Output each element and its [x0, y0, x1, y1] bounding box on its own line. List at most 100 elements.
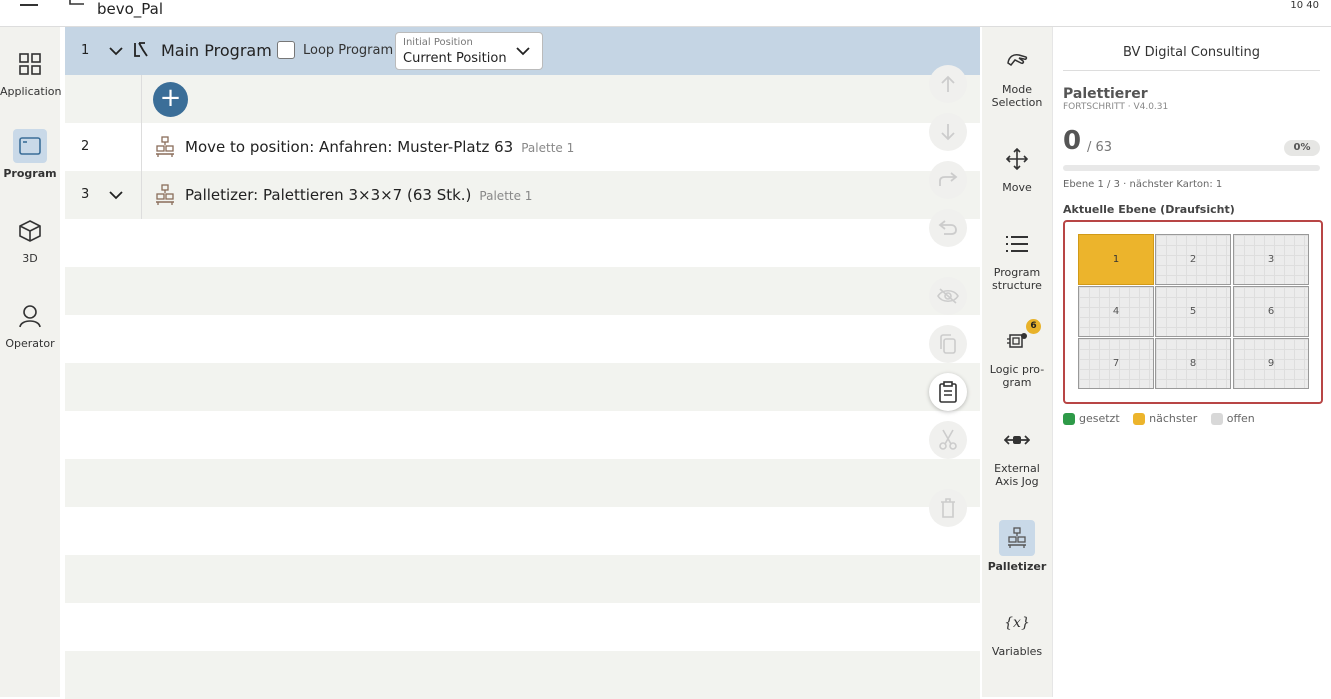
menu-icon[interactable]	[20, 0, 38, 8]
variables-icon: {x}	[1004, 614, 1030, 631]
layer-cell[interactable]: 9	[1233, 338, 1309, 389]
arrow-down-icon	[941, 124, 955, 141]
logic-count-badge: 6	[1026, 319, 1041, 334]
loop-program-label: Loop Program	[303, 43, 394, 58]
nav-logic-program[interactable]: 6 Logic pro- gram	[982, 319, 1052, 389]
company-name: BV Digital Consulting	[1063, 45, 1320, 71]
delete-button[interactable]	[929, 489, 967, 527]
copy-button[interactable]	[929, 325, 967, 363]
loop-program-checkbox[interactable]	[277, 41, 295, 59]
user-icon	[13, 299, 47, 333]
layer-cell[interactable]: 6	[1233, 286, 1309, 337]
layer-cell[interactable]: 3	[1233, 234, 1309, 285]
window-icon	[13, 129, 47, 163]
step-tag: Palette 1	[521, 141, 575, 155]
nav-logic-program-label: Logic pro- gram	[989, 363, 1045, 389]
move-up-button[interactable]	[929, 65, 967, 103]
redo-icon	[939, 172, 958, 186]
nav-program-structure-label: Program structure	[992, 266, 1042, 292]
step-name: Move to position: Anfahren: Muster-Platz…	[185, 138, 514, 156]
panel-version: FORTSCHRITT · V4.0.31	[1063, 102, 1169, 112]
table-row[interactable]: 3 Palletizer: Palettieren 3×3×7 (63 Stk.…	[65, 171, 980, 219]
panel-title: Palettierer	[1063, 86, 1148, 102]
layer-cell[interactable]: 5	[1155, 286, 1231, 337]
palletizer-icon	[999, 520, 1035, 556]
redo-button[interactable]	[929, 161, 967, 199]
legend-set-swatch	[1063, 412, 1075, 425]
hide-button[interactable]	[929, 277, 967, 315]
nav-application-label: Application	[0, 85, 62, 98]
main-program-row[interactable]: 1 Main Program Loop Program Initial Posi…	[65, 27, 980, 75]
mode-icon	[999, 43, 1035, 79]
nav-program-structure[interactable]: Program structure	[982, 226, 1052, 292]
palletizer-icon	[156, 184, 174, 205]
undo-icon	[938, 220, 957, 235]
layer-cell[interactable]: 4	[1078, 286, 1154, 337]
cut-button[interactable]	[929, 421, 967, 459]
add-step-button[interactable]: +	[153, 82, 188, 117]
app-title: bevo_Pal	[97, 0, 164, 18]
nav-operator[interactable]: Operator	[0, 299, 60, 350]
palletizer-panel: BV Digital Consulting Palettierer FORTSC…	[1052, 27, 1331, 697]
chevron-down-icon	[516, 47, 530, 56]
legend-next: nächster	[1133, 412, 1197, 425]
legend-open-swatch	[1210, 412, 1223, 425]
step-title: Move to position: Anfahren: Muster-Platz…	[185, 123, 574, 172]
layer-cell[interactable]: 8	[1155, 338, 1231, 389]
program-logo-icon	[134, 42, 148, 57]
legend: gesetzt nächster offen	[1063, 412, 1265, 428]
layer-cell[interactable]: 2	[1155, 234, 1231, 285]
add-row: +	[65, 75, 980, 123]
clipboard-icon	[939, 381, 957, 403]
row-number: 1	[81, 43, 90, 58]
chevron-down-icon[interactable]	[109, 188, 123, 202]
step-title: Palletizer: Palettieren 3×3×7 (63 Stk.) P…	[185, 171, 532, 220]
cube-icon	[13, 214, 47, 248]
nav-application[interactable]: Application	[0, 47, 62, 98]
undo-button[interactable]	[929, 209, 967, 247]
step-tag: Palette 1	[479, 189, 533, 203]
nav-3d-label: 3D	[22, 252, 38, 265]
paste-button[interactable]	[929, 373, 967, 411]
nav-palletizer[interactable]: Palletizer	[982, 520, 1052, 573]
main-program-title: Main Program	[161, 41, 272, 60]
nav-mode-selection[interactable]: Mode Selection	[982, 43, 1052, 109]
move-down-button[interactable]	[929, 113, 967, 151]
nav-external-axis-jog[interactable]: External Axis Jog	[982, 422, 1052, 488]
progress-percent-badge: 0%	[1284, 140, 1320, 156]
left-nav: Application Program 3D Operator	[0, 27, 62, 697]
top-bar: bevo_Pal 10 40	[0, 0, 1331, 27]
program-tree: 1 Main Program Loop Program Initial Posi…	[65, 27, 980, 699]
legend-set: gesetzt	[1063, 412, 1120, 425]
nav-external-axis-jog-label: External Axis Jog	[994, 462, 1040, 488]
nav-program[interactable]: Program	[0, 129, 60, 180]
arrow-up-icon	[941, 75, 955, 92]
legend-open: offen	[1210, 412, 1255, 425]
row-number: 3	[81, 187, 90, 202]
layer-cell[interactable]: 7	[1078, 338, 1154, 389]
eye-off-icon	[937, 288, 959, 304]
nav-variables-label: Variables	[991, 645, 1043, 658]
nav-operator-label: Operator	[5, 337, 55, 350]
nav-move[interactable]: Move	[982, 141, 1052, 194]
copy-icon	[940, 334, 956, 354]
chevron-down-icon[interactable]	[109, 44, 123, 58]
nav-3d[interactable]: 3D	[0, 214, 60, 265]
right-nav: Mode Selection Move Program structure 6 …	[982, 27, 1052, 697]
nav-mode-selection-label: Mode Selection	[991, 83, 1043, 109]
initial-position-select[interactable]: Initial Position Current Position	[395, 32, 543, 70]
nav-variables[interactable]: {x} Variables	[982, 605, 1052, 659]
row-number: 2	[81, 139, 90, 154]
move-arrows-icon	[999, 141, 1035, 177]
layer-cell[interactable]: 1	[1078, 234, 1154, 285]
table-row[interactable]: 2 Move to position: Anfahren: Muster-Pla…	[65, 123, 980, 171]
trash-icon	[941, 498, 955, 518]
progress-bar	[1063, 165, 1320, 171]
layer-status: Ebene 1 / 3 · nächster Karton: 1	[1063, 179, 1223, 190]
action-column	[926, 27, 970, 697]
initial-position-value: Current Position	[403, 51, 507, 66]
nav-move-label: Move	[1002, 181, 1032, 194]
placed-count: 0	[1063, 126, 1082, 156]
file-icon	[69, 0, 84, 5]
clock: 10 40	[1290, 0, 1319, 11]
